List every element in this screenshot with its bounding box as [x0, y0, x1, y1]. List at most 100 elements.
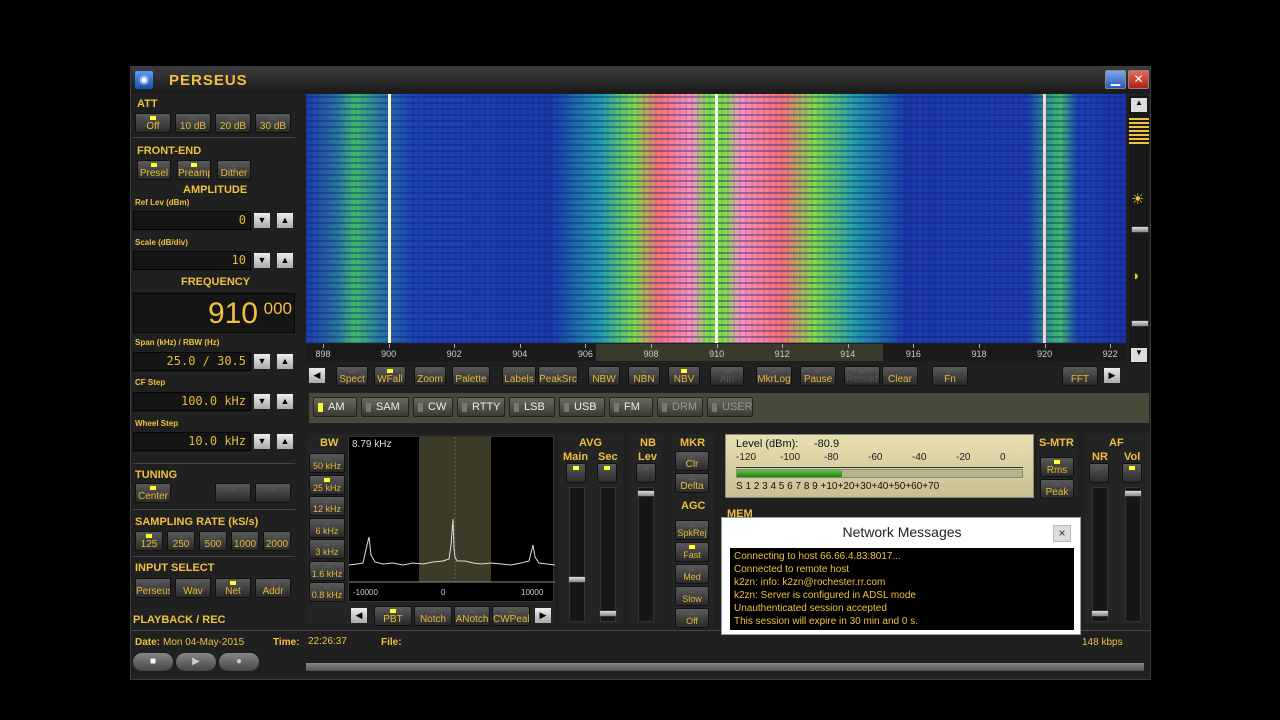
audio-spectrum[interactable]: 8.79 kHz -10000 0 10000	[348, 436, 555, 602]
agc-button-1[interactable]: Fast	[675, 542, 709, 562]
af-vol-button[interactable]	[1122, 463, 1142, 483]
pbt-button[interactable]: PBT	[374, 606, 412, 626]
ref-level-up-button[interactable]: ▲	[276, 212, 294, 229]
contrast-knob[interactable]	[1131, 320, 1149, 327]
bw-button-6[interactable]: 0.8 kHz	[309, 582, 345, 602]
scale-field[interactable]: 10	[133, 251, 251, 270]
title-bar[interactable]: ◉ PERSEUS ▁ ✕	[131, 67, 1150, 93]
zoom-button[interactable]: Zoom	[414, 366, 446, 386]
mkr-clr-button[interactable]: Clr	[675, 451, 709, 471]
mode-lsb-button[interactable]: LSB	[509, 397, 555, 417]
record-button[interactable]: ●	[219, 653, 259, 671]
mkr-delta-button[interactable]: Delta	[675, 473, 709, 493]
clear-button[interactable]: Clear	[882, 366, 918, 386]
notch-button[interactable]: Notch	[414, 606, 452, 626]
minimize-button[interactable]: ▁	[1105, 70, 1126, 89]
avg-sec-slider[interactable]	[599, 487, 617, 622]
ref-level-field[interactable]: 0	[133, 211, 251, 230]
nb-button[interactable]	[636, 463, 656, 483]
network-close-button[interactable]: ×	[1053, 525, 1071, 542]
bw-button-3[interactable]: 6 kHz	[309, 517, 345, 538]
af-vol-slider[interactable]	[1124, 487, 1142, 622]
tuning-button-2[interactable]	[215, 483, 251, 503]
waterfall-display[interactable]	[306, 94, 1126, 343]
input-button-0[interactable]: Perseus	[135, 578, 171, 598]
frontend-button-1[interactable]: Preamp	[177, 160, 211, 180]
sampling-button-3[interactable]: 1000	[231, 531, 259, 551]
fn-button[interactable]: Fn	[932, 366, 968, 386]
reload-button[interactable]: Reload	[844, 366, 880, 386]
bw-button-5[interactable]: 1.6 kHz	[309, 560, 345, 581]
mkrlog-button[interactable]: MkrLog	[756, 366, 792, 386]
sampling-button-2[interactable]: 500	[199, 531, 227, 551]
agc-button-4[interactable]: Off	[675, 608, 709, 628]
close-button[interactable]: ✕	[1128, 70, 1149, 89]
wheel-step-up-button[interactable]: ▲	[276, 433, 294, 450]
spect-button[interactable]: Spect	[336, 366, 368, 386]
bw-right-button[interactable]: ▶	[534, 607, 552, 624]
span-down-button[interactable]: ▼	[253, 353, 271, 370]
cf-step-field[interactable]: 100.0 kHz	[133, 392, 251, 411]
anotch-button[interactable]: ANotch	[454, 606, 490, 626]
ref-level-down-button[interactable]: ▼	[253, 212, 271, 229]
frontend-button-0[interactable]: Presel	[137, 160, 171, 180]
sampling-button-1[interactable]: 250	[167, 531, 195, 551]
avg-sec-button[interactable]	[597, 463, 617, 483]
scroll-left-button[interactable]: ◀	[308, 367, 326, 384]
nbw-button[interactable]: NBW	[588, 366, 620, 386]
contrast-icon[interactable]: ◑	[1131, 268, 1147, 284]
tuning-button-3[interactable]	[255, 483, 291, 503]
avg-main-slider[interactable]	[568, 487, 586, 622]
mode-fm-button[interactable]: FM	[609, 397, 653, 417]
span-up-button[interactable]: ▲	[276, 353, 294, 370]
nbv-button[interactable]: NBV	[668, 366, 700, 386]
agc-button-3[interactable]: Slow	[675, 586, 709, 606]
mode-drm-button[interactable]: DRM	[657, 397, 703, 417]
pause-button[interactable]: Pause	[800, 366, 836, 386]
att-button-2[interactable]: 20 dB	[215, 113, 251, 133]
input-button-2[interactable]: Net	[215, 578, 251, 598]
mode-user-button[interactable]: USER	[707, 397, 753, 417]
frequency-axis[interactable]: 898 900 902 904 906 908 910 912 914 916 918 920 922	[306, 344, 1126, 361]
scroll-up-button[interactable]: ▲	[1131, 98, 1147, 112]
wheel-step-down-button[interactable]: ▼	[253, 433, 271, 450]
bw-button-2[interactable]: 12 kHz	[309, 496, 345, 516]
aln-button[interactable]: Aln	[710, 366, 744, 386]
peaksrc-button[interactable]: PeakSrc	[538, 366, 578, 386]
mode-sam-button[interactable]: SAM	[361, 397, 409, 417]
brightness-icon[interactable]: ☀	[1131, 192, 1147, 208]
avg-main-button[interactable]	[566, 463, 586, 483]
cf-step-down-button[interactable]: ▼	[253, 393, 271, 410]
scroll-down-button[interactable]: ▼	[1131, 348, 1147, 362]
scroll-right-button[interactable]: ▶	[1103, 367, 1121, 384]
labels-button[interactable]: Labels	[502, 366, 536, 386]
brightness-knob[interactable]	[1131, 226, 1149, 233]
scale-up-button[interactable]: ▲	[276, 252, 294, 269]
sampling-button-0[interactable]: 125	[135, 531, 163, 551]
frontend-button-2[interactable]: Dither	[217, 160, 251, 180]
smtr-peak-button[interactable]: Peak	[1040, 479, 1074, 499]
agc-button-0[interactable]: SpkRej	[675, 520, 709, 540]
wheel-step-field[interactable]: 10.0 kHz	[133, 432, 251, 451]
palette-button[interactable]: Palette	[452, 366, 490, 386]
mode-am-button[interactable]: AM	[313, 397, 357, 417]
sampling-button-4[interactable]: 2000	[263, 531, 291, 551]
att-button-3[interactable]: 30 dB	[255, 113, 291, 133]
nb-slider[interactable]	[637, 487, 655, 622]
frequency-display[interactable]: 910 000	[133, 293, 295, 333]
mode-usb-button[interactable]: USB	[559, 397, 605, 417]
input-button-3[interactable]: Addr	[255, 578, 291, 598]
mode-rtty-button[interactable]: RTTY	[457, 397, 505, 417]
att-button-1[interactable]: 10 dB	[175, 113, 211, 133]
wfall-button[interactable]: WFall	[374, 366, 406, 386]
af-nr-slider[interactable]	[1091, 487, 1109, 622]
smtr-rms-button[interactable]: Rms	[1040, 457, 1074, 477]
mode-cw-button[interactable]: CW	[413, 397, 453, 417]
contrast-slider[interactable]	[1129, 118, 1149, 144]
nbn-button[interactable]: NBN	[628, 366, 660, 386]
span-field[interactable]: 25.0 / 30.5	[133, 352, 251, 371]
agc-button-2[interactable]: Med	[675, 564, 709, 584]
eye-icon[interactable]: ◉	[135, 71, 153, 89]
playback-progress[interactable]	[306, 663, 1144, 671]
play-button[interactable]: ▶	[176, 653, 216, 671]
